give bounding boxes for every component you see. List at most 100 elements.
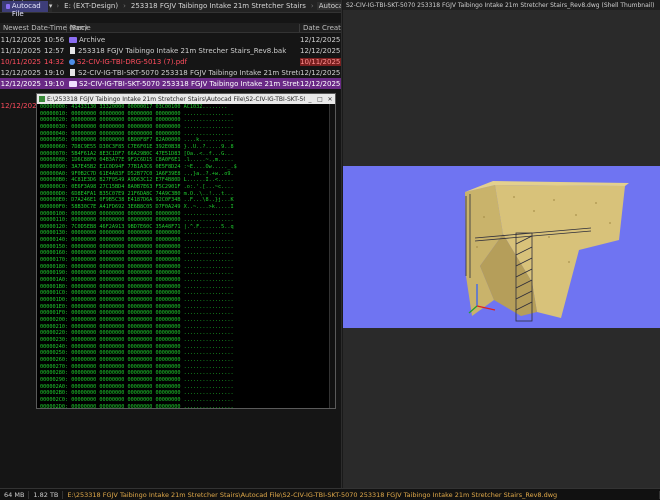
hex-line: 00000240: 00000000 00000000 00000000 000…	[40, 343, 234, 350]
hex-line: 00000090: 3A7E45B2 E1C0D94F 77B1A3C6 0E5…	[40, 163, 237, 170]
hex-line: 000002D0: 00000000 00000000 00000000 000…	[40, 403, 234, 409]
hex-line: 00000140: 00000000 00000000 00000000 000…	[40, 237, 234, 244]
hex-viewer-title: E:\253318 FGJV Taibingo Intake 21m Stret…	[47, 95, 305, 103]
tab-autocad-file[interactable]: (E:) Autocad File	[2, 0, 48, 18]
file-icon	[70, 69, 75, 76]
folder-icon	[6, 3, 10, 9]
minimize-button[interactable]: _	[305, 96, 315, 103]
hex-line: 00000110: 00000000 00000000 00000000 000…	[40, 217, 234, 224]
file-date: 11/12/2025	[0, 46, 41, 55]
hex-line: 00000250: 00000000 00000000 00000000 000…	[40, 350, 234, 357]
file-created: 12/12/2025	[300, 46, 341, 55]
file-manager-pane: (E:) Autocad File ▾ › E: (EXT-Design) › …	[0, 0, 342, 488]
hex-line: 000001C0: 00000000 00000000 00000000 000…	[40, 290, 234, 297]
hex-line: 00000020: 00000000 00000000 00000000 000…	[40, 117, 234, 124]
dwg-file-icon	[69, 80, 77, 87]
hex-line: 00000220: 00000000 00000000 00000000 000…	[40, 330, 234, 337]
status-free: 64 MB	[0, 490, 30, 499]
hex-line: 00000170: 00000000 00000000 00000000 000…	[40, 257, 234, 264]
close-button[interactable]: ✕	[325, 96, 335, 103]
file-icon	[70, 47, 75, 54]
status-bar: 64 MB 1.82 TB E:\253318 FGJV Taibingo In…	[0, 488, 660, 500]
breadcrumb-folder[interactable]: Autocad File	[316, 2, 341, 10]
hex-line: 000001E0: 00000000 00000000 00000000 000…	[40, 303, 234, 310]
folder-icon	[69, 36, 77, 43]
hex-line: 000001D0: 00000000 00000000 00000000 000…	[40, 297, 234, 304]
hex-line: 00000200: 00000000 00000000 00000000 000…	[40, 317, 234, 323]
list-item[interactable]: 10/11/2025 14:32 S2-CIV-IG-TBI-DRG-5013 …	[0, 56, 341, 67]
file-name: S2-CIV-IG-TBI-SKT-5070 253318 FGJV Taibi…	[79, 79, 300, 88]
hex-line: 00000130: 00000000 00000000 00000000 000…	[40, 230, 234, 237]
file-date: 12/12/2025	[0, 68, 41, 77]
hex-line: 00000290: 00000000 00000000 00000000 000…	[40, 376, 234, 383]
hex-line: 000000D0: 6D8E4FA1 B35C07E9 21F6DA8C 74A…	[40, 190, 234, 197]
chevron-down-icon[interactable]: ▾	[48, 0, 53, 12]
hex-line: 00000190: 00000000 00000000 00000000 000…	[40, 270, 234, 277]
list-item-selected[interactable]: 12/12/2025 19:10 S2-CIV-IG-TBI-SKT-5070 …	[0, 78, 341, 89]
hex-line: 00000230: 00000000 00000000 00000000 000…	[40, 336, 234, 343]
hex-line: 00000060: 7D8C9E55 D30C3F85 C7E6F01E 392…	[40, 143, 234, 150]
hex-dump[interactable]: 00000000: 41433130 33320000 00000017 03C…	[37, 104, 335, 409]
file-time: 12:57	[44, 46, 65, 55]
hex-line: 000001A0: 00000000 00000000 00000000 000…	[40, 277, 234, 284]
hex-line: 00000100: 00000000 00000000 00000000 000…	[40, 210, 234, 217]
app-icon	[39, 96, 45, 102]
hex-viewer-titlebar[interactable]: E:\253318 FGJV Taibingo Intake 21m Stret…	[37, 94, 335, 104]
list-item[interactable]: 12/12/2025 19:10 S2-CIV-IG-TBI-SKT-5070 …	[0, 67, 341, 78]
hex-line: 00000260: 00000000 00000000 00000000 000…	[40, 356, 234, 363]
status-path: E:\253318 FGJV Taibingo Intake 21m Stret…	[63, 490, 660, 499]
maximize-button[interactable]: □	[315, 96, 325, 103]
column-modified[interactable]: Newest Date-Time (Rec)	[0, 23, 87, 32]
hex-line: 00000000: 41433130 33320000 00000017 03C…	[40, 104, 228, 110]
hex-line: 00000210: 00000000 00000000 00000000 000…	[40, 323, 234, 330]
list-item[interactable]: 11/12/2025 12:57 253318 FGJV Taibingo In…	[0, 45, 341, 56]
file-created: 12/12/2025	[300, 68, 341, 77]
hex-line: 000001F0: 00000000 00000000 00000000 000…	[40, 310, 234, 317]
thumbnail-pane: S2-CIV-IG-TBI-SKT-5070 253318 FGJV Taibi…	[343, 0, 660, 488]
hex-line: 000002B0: 00000000 00000000 00000000 000…	[40, 390, 234, 397]
hex-line: 000002C0: 00000000 00000000 00000000 000…	[40, 396, 234, 403]
file-created: 12/12/2025	[300, 79, 341, 88]
hex-viewer-window[interactable]: E:\253318 FGJV Taibingo Intake 21m Stret…	[36, 93, 336, 409]
file-date: 10/11/2025	[0, 57, 41, 66]
hex-line: 00000080: 1D6C88F0 04B3A77E 9F2C6D15 C8A…	[40, 157, 234, 164]
file-name: S2-CIV-IG-TBI-SKT-5070 253318 FGJV Taibi…	[78, 68, 300, 77]
file-name: 253318 FGJV Taibingo Intake 21m Strecher…	[78, 46, 287, 55]
file-created: 10/11/2025	[300, 57, 341, 66]
hex-line: 00000150: 00000000 00000000 00000000 000…	[40, 243, 234, 250]
file-created: 12/12/2025	[300, 35, 341, 44]
column-date[interactable]: Date Created	[300, 24, 341, 32]
chevron-right-icon: ›	[123, 2, 126, 10]
hex-line: 00000180: 00000000 00000000 00000000 000…	[40, 263, 234, 270]
scrollbar[interactable]	[329, 104, 335, 408]
breadcrumb: › E: (EXT-Design) › 253318 FGJV Taibingo…	[56, 2, 341, 10]
hex-line: 00000050: 00000000 00000000 6B00F8F7 82A…	[40, 137, 234, 144]
file-time: 19:10	[44, 79, 65, 88]
column-header: Newest Date-Time (Rec) Name Date Created	[0, 23, 341, 33]
column-name[interactable]: Name	[67, 23, 300, 32]
file-time: 14:32	[44, 57, 65, 66]
hex-line: 00000120: 7C0D5EB8 46F2A913 9BD7E60C 35A…	[40, 223, 234, 230]
hex-line: 00000010: 00000000 00000000 00000000 000…	[40, 110, 234, 117]
hex-line: 000000F0: 58B30C7E A41FD692 3E6B8C05 D7F…	[40, 203, 234, 210]
breadcrumb-drive[interactable]: E: (EXT-Design)	[62, 2, 120, 10]
tab-label: (E:) Autocad File	[11, 0, 41, 18]
list-item[interactable]: 11/12/2025 10:56 Archive 12/12/2025	[0, 34, 341, 45]
hex-line: 00000280: 00000000 00000000 00000000 000…	[40, 370, 234, 377]
file-date: 11/12/2025	[0, 35, 41, 44]
hex-line: 000002A0: 00000000 00000000 00000000 000…	[40, 383, 234, 390]
hex-line: 00000030: 00000000 00000000 00000000 000…	[40, 123, 234, 130]
chevron-right-icon: ›	[56, 2, 60, 10]
hex-line: 000000C0: 0E6F3A98 27C15BD4 8A0B7E63 F5C…	[40, 183, 234, 190]
breadcrumb-project[interactable]: 253318 FGJV Taibingo Intake 21m Stretche…	[129, 2, 308, 10]
thumbnail-title: S2-CIV-IG-TBI-SKT-5070 253318 FGJV Taibi…	[343, 0, 660, 10]
file-time: 19:10	[44, 68, 65, 77]
hex-line: 00000040: 00000000 00000000 00000000 000…	[40, 130, 234, 137]
file-manager-toolbar: (E:) Autocad File ▾ › E: (EXT-Design) › …	[0, 0, 341, 18]
stair-model-render	[465, 181, 629, 322]
status-drive-size: 1.82 TB	[29, 490, 64, 499]
file-name: S2-CIV-IG-TBI-DRG-5013 (7).pdf	[77, 57, 188, 66]
hex-line: 00000270: 00000000 00000000 00000000 000…	[40, 363, 234, 370]
file-time: 10:56	[44, 35, 65, 44]
chevron-right-icon: ›	[310, 2, 314, 10]
